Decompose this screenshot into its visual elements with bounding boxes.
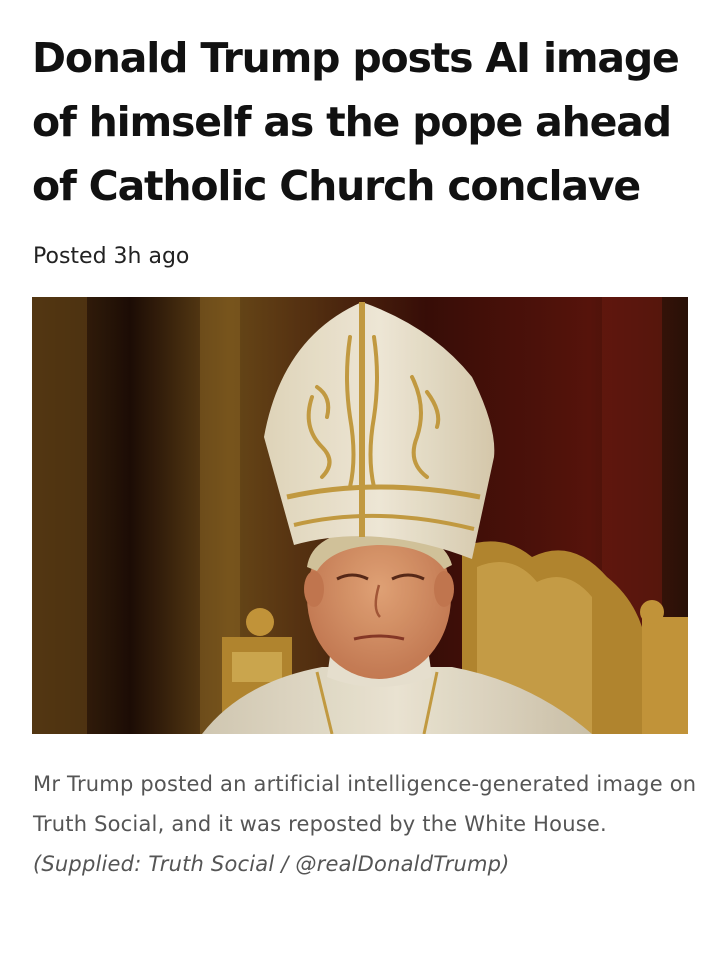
pope-portrait-icon <box>32 297 688 734</box>
posted-time: Posted 3h ago <box>33 244 190 269</box>
headline: Donald Trump posts AI image of himself a… <box>32 34 680 210</box>
image-credit: (Supplied: Truth Social / @realDonaldTru… <box>33 852 510 876</box>
caption-text: Mr Trump posted an artificial intelligen… <box>33 772 697 836</box>
article: Donald Trump posts AI image of himself a… <box>0 0 720 971</box>
image-caption: Mr Trump posted an artificial intelligen… <box>33 764 698 884</box>
article-image[interactable] <box>32 297 688 734</box>
